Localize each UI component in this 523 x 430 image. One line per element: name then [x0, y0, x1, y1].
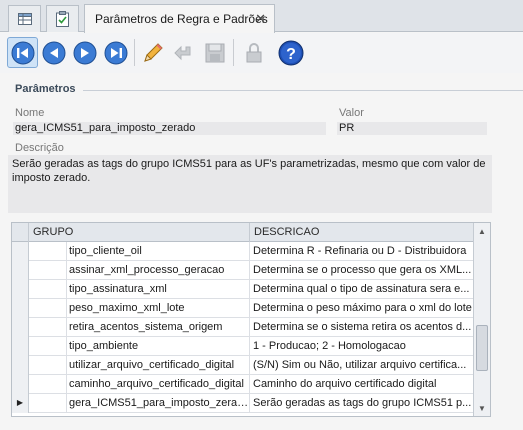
- lock-button: [238, 37, 269, 68]
- table-row[interactable]: tipo_assinatura_xml Determina qual o tip…: [12, 280, 490, 299]
- previous-record-icon: [42, 41, 65, 64]
- row-indicator: [12, 318, 29, 337]
- param-desc-cell[interactable]: Serão geradas as tags do grupo ICMS51 p.…: [250, 394, 473, 413]
- param-name-cell[interactable]: peso_maximo_xml_lote: [67, 299, 250, 318]
- group-cell: [29, 394, 67, 413]
- row-indicator: [12, 356, 29, 375]
- group-cell: [29, 280, 67, 299]
- scroll-thumb[interactable]: [476, 325, 488, 371]
- first-record-icon: [11, 41, 34, 64]
- toolbar-separator: [233, 39, 234, 66]
- pencil-icon: [143, 42, 163, 62]
- header-indicator: [12, 223, 29, 242]
- group-cell: [29, 261, 67, 280]
- help-icon: ?: [278, 40, 303, 65]
- section-title: Parâmetros: [15, 83, 76, 95]
- row-indicator: [12, 337, 29, 356]
- param-desc-cell[interactable]: Determina R - Refinaria ou D - Distribui…: [250, 242, 473, 261]
- last-record-button[interactable]: [100, 37, 131, 68]
- description-field[interactable]: Serão geradas as tags do grupo ICMS51 pa…: [8, 155, 492, 213]
- param-name-cell[interactable]: utilizar_arquivo_certificado_digital: [67, 356, 250, 375]
- param-desc-cell[interactable]: 1 - Producao; 2 - Homologacao: [250, 337, 473, 356]
- param-name-cell[interactable]: caminho_arquivo_certificado_digital: [67, 375, 250, 394]
- param-desc-cell[interactable]: (S/N) Sim ou Não, utilizar arquivo certi…: [250, 356, 473, 375]
- param-name-cell[interactable]: gera_ICMS51_para_imposto_zerado: [67, 394, 250, 413]
- group-cell: [29, 299, 67, 318]
- svg-text:?: ?: [286, 46, 296, 63]
- param-desc-cell[interactable]: Determina se o processo que gera os XML.…: [250, 261, 473, 280]
- table-row[interactable]: tipo_ambiente 1 - Producao; 2 - Homologa…: [12, 337, 490, 356]
- param-desc-cell[interactable]: Determina qual o tipo de assinatura sera…: [250, 280, 473, 299]
- help-button[interactable]: ?: [275, 37, 306, 68]
- description-label: Descrição: [15, 142, 64, 154]
- grid-icon: [17, 13, 32, 25]
- clipboard-check-icon: [56, 11, 69, 27]
- tab-grid-view[interactable]: [8, 5, 41, 32]
- table-row[interactable]: retira_acentos_sistema_origem Determina …: [12, 318, 490, 337]
- group-cell: [29, 242, 67, 261]
- tab-form-view[interactable]: [46, 5, 79, 32]
- group-cell: [29, 356, 67, 375]
- lock-icon: [246, 42, 261, 62]
- param-name-cell[interactable]: tipo_assinatura_xml: [67, 280, 250, 299]
- section-divider: [83, 90, 523, 91]
- undo-icon: [173, 45, 190, 60]
- table-row[interactable]: tipo_cliente_oil Determina R - Refinaria…: [12, 242, 490, 261]
- scroll-up-icon[interactable]: ▲: [474, 224, 490, 238]
- first-record-button[interactable]: [7, 37, 38, 68]
- next-record-icon: [73, 41, 96, 64]
- undo-button: [168, 37, 199, 68]
- save-icon: [205, 43, 224, 62]
- name-label: Nome: [15, 107, 45, 119]
- value-field[interactable]: PR: [337, 122, 487, 135]
- last-record-icon: [104, 41, 127, 64]
- toolbar: ?: [0, 33, 523, 73]
- grid-header: GRUPO DESCRICAO: [12, 223, 490, 242]
- scroll-down-icon[interactable]: ▼: [474, 401, 490, 415]
- table-row[interactable]: caminho_arquivo_certificado_digital Cami…: [12, 375, 490, 394]
- group-cell: [29, 337, 67, 356]
- vertical-scrollbar[interactable]: ▲ ▼: [473, 223, 490, 416]
- param-name-cell[interactable]: tipo_cliente_oil: [67, 242, 250, 261]
- table-row[interactable]: utilizar_arquivo_certificado_digital (S/…: [12, 356, 490, 375]
- tab-parametros[interactable]: Parâmetros de Regra e Padrões ✕: [84, 4, 275, 33]
- tab-strip: Parâmetros de Regra e Padrões ✕: [0, 0, 523, 33]
- save-button: [199, 37, 230, 68]
- table-row-current[interactable]: ▶ gera_ICMS51_para_imposto_zerado Serão …: [12, 394, 490, 413]
- param-desc-cell[interactable]: Caminho do arquivo certificado digital: [250, 375, 473, 394]
- next-record-button[interactable]: [69, 37, 100, 68]
- row-indicator: [12, 261, 29, 280]
- edit-button[interactable]: [137, 37, 168, 68]
- param-name-cell[interactable]: retira_acentos_sistema_origem: [67, 318, 250, 337]
- param-desc-cell[interactable]: Determina se o sistema retira os acentos…: [250, 318, 473, 337]
- name-field[interactable]: gera_ICMS51_para_imposto_zerado: [13, 122, 326, 135]
- param-desc-cell[interactable]: Determina o peso máximo para o xml do lo…: [250, 299, 473, 318]
- current-row-indicator-icon: ▶: [12, 394, 29, 413]
- group-cell: [29, 375, 67, 394]
- row-indicator: [12, 242, 29, 261]
- header-grupo[interactable]: GRUPO: [29, 223, 250, 242]
- value-label: Valor: [339, 107, 364, 119]
- row-indicator: [12, 280, 29, 299]
- table-row[interactable]: assinar_xml_processo_geracao Determina s…: [12, 261, 490, 280]
- close-icon[interactable]: ✕: [255, 11, 266, 27]
- param-name-cell[interactable]: assinar_xml_processo_geracao: [67, 261, 250, 280]
- row-indicator: [12, 299, 29, 318]
- parameters-grid: GRUPO DESCRICAO tipo_cliente_oil Determi…: [11, 222, 491, 417]
- table-row[interactable]: peso_maximo_xml_lote Determina o peso má…: [12, 299, 490, 318]
- header-descricao[interactable]: DESCRICAO: [250, 223, 473, 242]
- group-cell: [29, 318, 67, 337]
- row-indicator: [12, 375, 29, 394]
- toolbar-separator: [134, 39, 135, 66]
- param-name-cell[interactable]: tipo_ambiente: [67, 337, 250, 356]
- tab-parametros-label: Parâmetros de Regra e Padrões: [95, 12, 268, 26]
- previous-record-button[interactable]: [38, 37, 69, 68]
